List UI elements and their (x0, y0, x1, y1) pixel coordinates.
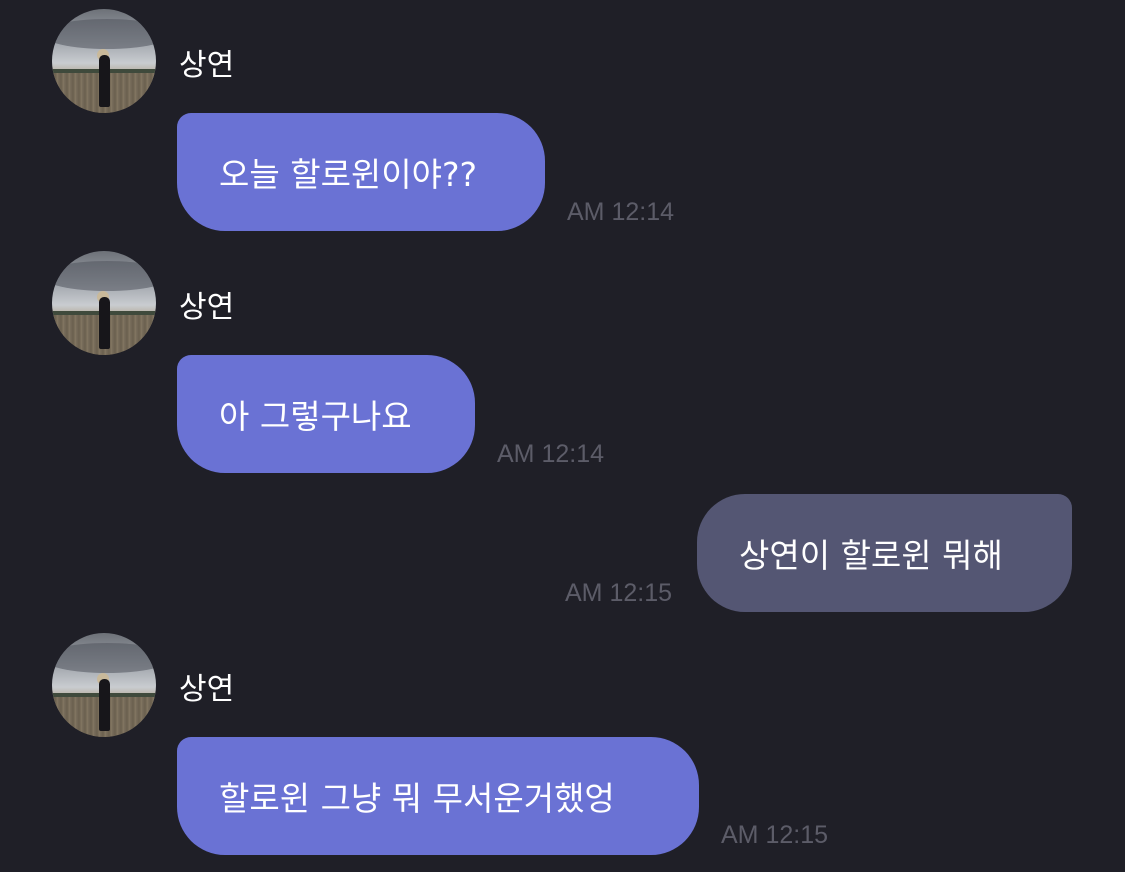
message-bubble-outgoing[interactable]: 상연이 할로윈 뭐해 (697, 494, 1072, 612)
chat-thread: 상연 오늘 할로윈이야?? AM 12:14 상연 아 그렇구나요 AM 12:… (0, 0, 1125, 872)
sender-name: 상연 (179, 290, 235, 325)
avatar[interactable] (52, 251, 156, 355)
message-timestamp: AM 12:14 (497, 440, 605, 468)
message-timestamp: AM 12:15 (565, 579, 673, 607)
message-bubble-incoming[interactable]: 오늘 할로윈이야?? (177, 113, 545, 231)
avatar[interactable] (52, 9, 156, 113)
message-timestamp: AM 12:14 (567, 198, 675, 226)
sender-name: 상연 (179, 48, 235, 83)
message-bubble-incoming[interactable]: 아 그렇구나요 (177, 355, 475, 473)
avatar[interactable] (52, 633, 156, 737)
sender-name: 상연 (179, 672, 235, 707)
message-bubble-incoming[interactable]: 할로윈 그냥 뭐 무서운거했엉 (177, 737, 699, 855)
message-timestamp: AM 12:15 (721, 821, 829, 849)
